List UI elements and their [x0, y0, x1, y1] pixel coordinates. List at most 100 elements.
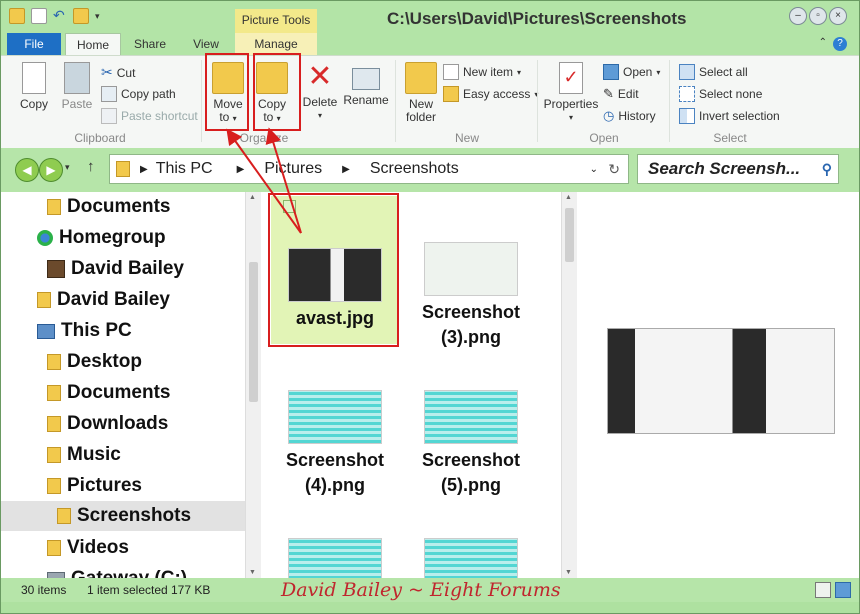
- delete-button[interactable]: ✕ Delete ▾: [299, 62, 341, 122]
- nav-item-documents-lib[interactable]: Documents: [47, 196, 170, 218]
- nav-item-videos[interactable]: Videos: [47, 537, 129, 559]
- ribbon-divider: [537, 60, 538, 142]
- back-button[interactable]: ◀: [15, 158, 39, 182]
- scroll-down-icon[interactable]: ▼: [249, 569, 256, 576]
- window-title: C:\Users\David\Pictures\Screenshots: [387, 9, 687, 28]
- select-none-button[interactable]: Select none: [679, 86, 762, 102]
- context-tab-group: Picture Tools: [235, 9, 317, 33]
- file-checkbox[interactable]: [283, 200, 296, 213]
- explorer-window: ↶ ▾ Picture Tools C:\Users\David\Picture…: [0, 0, 860, 614]
- up-arrow-icon[interactable]: ↑: [87, 158, 95, 175]
- rename-button[interactable]: Rename: [341, 62, 391, 107]
- copy-path-button[interactable]: Copy path: [101, 86, 176, 102]
- tab-file[interactable]: File: [7, 33, 61, 55]
- select-all-button[interactable]: Select all: [679, 64, 748, 80]
- properties-button[interactable]: ✓ Properties ▾: [541, 62, 601, 124]
- address-bar[interactable]: ▶ This PC ▶ Pictures ▶ Screenshots ⌄ ↻: [109, 154, 629, 184]
- select-group: Select all Select none Invert selection …: [671, 56, 789, 148]
- move-to-button[interactable]: Move to ▾: [207, 62, 249, 125]
- file-thumbnail: [424, 538, 518, 578]
- address-row: ◀ ▶ ▾ ↑ ▶ This PC ▶ Pictures ▶ Screensho…: [1, 148, 859, 192]
- nav-item-user-folder[interactable]: David Bailey: [37, 289, 170, 311]
- edit-button[interactable]: ✎ Edit: [603, 86, 639, 102]
- history-icon: ◷: [603, 108, 615, 123]
- nav-item-screenshots[interactable]: Screenshots: [1, 501, 245, 531]
- copy-to-button[interactable]: Copy to ▾: [251, 62, 293, 125]
- nav-pane-scrollbar[interactable]: ▲ ▼: [245, 192, 261, 578]
- paste-shortcut-icon: [101, 108, 117, 124]
- tab-share[interactable]: Share: [125, 33, 175, 55]
- undo-icon[interactable]: ↶: [53, 8, 67, 23]
- nav-item-desktop[interactable]: Desktop: [47, 351, 142, 373]
- file-list-scroll-thumb[interactable]: [565, 208, 574, 262]
- nav-item-drive-c[interactable]: Gateway (C:): [47, 568, 187, 578]
- videos-folder-icon: [47, 540, 61, 556]
- breadcrumb-screenshots[interactable]: Screenshots: [370, 160, 459, 178]
- cut-button[interactable]: ✂ Cut: [101, 64, 135, 81]
- file-item-partial[interactable]: [271, 538, 399, 578]
- nav-item-documents[interactable]: Documents: [47, 382, 170, 404]
- new-folder-button[interactable]: New folder: [401, 62, 441, 124]
- nav-item-pictures[interactable]: Pictures: [47, 475, 142, 497]
- customize-qat-icon[interactable]: ▾: [95, 11, 100, 22]
- scroll-down-icon[interactable]: ▼: [565, 569, 572, 576]
- clipboard-group-label: Clipboard: [74, 131, 126, 145]
- file-item-screenshot-3[interactable]: Screenshot (3).png: [407, 196, 535, 347]
- nav-item-homegroup-user[interactable]: David Bailey: [47, 258, 184, 280]
- file-item-avast[interactable]: avast.jpg: [271, 196, 399, 344]
- help-icon[interactable]: ?: [833, 37, 847, 51]
- window-controls: – ▫ ×: [789, 7, 847, 25]
- nav-pane-scroll-thumb[interactable]: [249, 262, 258, 402]
- breadcrumb-pictures[interactable]: Pictures: [264, 160, 322, 178]
- invert-selection-button[interactable]: Invert selection: [679, 108, 780, 124]
- tab-home[interactable]: Home: [65, 33, 121, 55]
- chevron-down-icon[interactable]: ⌄: [590, 164, 598, 175]
- scroll-up-icon[interactable]: ▲: [249, 194, 256, 201]
- breadcrumb-separator-icon[interactable]: ▶: [342, 164, 350, 175]
- search-icon[interactable]: ⚲: [822, 155, 832, 183]
- breadcrumb-separator-icon[interactable]: ▶: [237, 164, 245, 175]
- open-button[interactable]: Open ▾: [603, 64, 660, 80]
- tab-manage[interactable]: Manage: [235, 33, 317, 55]
- large-icons-view-icon[interactable]: [835, 582, 851, 598]
- file-item-screenshot-4[interactable]: Screenshot (4).png: [271, 348, 399, 496]
- chevron-down-icon: ▾: [232, 114, 237, 123]
- nav-item-this-pc[interactable]: This PC: [37, 320, 132, 342]
- properties-icon[interactable]: [31, 8, 47, 24]
- move-to-icon: [212, 62, 244, 94]
- details-view-icon[interactable]: [815, 582, 831, 598]
- scroll-up-icon[interactable]: ▲: [565, 194, 572, 201]
- forward-button[interactable]: ▶: [39, 158, 63, 182]
- easy-access-button[interactable]: Easy access ▾: [443, 86, 538, 102]
- new-item-button[interactable]: New item ▾: [443, 64, 521, 80]
- new-folder-icon[interactable]: [73, 8, 89, 24]
- nav-item-music[interactable]: Music: [47, 444, 121, 466]
- tab-view[interactable]: View: [181, 33, 231, 55]
- paste-button[interactable]: Paste: [57, 62, 97, 111]
- nav-item-downloads[interactable]: Downloads: [47, 413, 168, 435]
- item-count: 30 items: [21, 583, 67, 597]
- new-folder-icon: [405, 62, 437, 94]
- search-input[interactable]: Search Screensh... ⚲: [637, 154, 839, 184]
- breadcrumb-this-pc[interactable]: This PC: [156, 160, 213, 178]
- open-group: ✓ Properties ▾ Open ▾ ✎ Edit ◷ History O…: [539, 56, 669, 148]
- file-item-screenshot-5[interactable]: Screenshot (5).png: [407, 348, 535, 496]
- refresh-icon[interactable]: ↻: [608, 161, 620, 178]
- ribbon: Copy Paste ✂ Cut Copy path Paste shortcu…: [1, 55, 859, 149]
- chevron-up-icon[interactable]: ⌃: [819, 37, 827, 48]
- organize-group: Move to ▾ Copy to ▾ ✕ Delete ▾ Rename Or…: [203, 56, 395, 148]
- breadcrumb-separator-icon[interactable]: ▶: [140, 164, 148, 175]
- quick-access-toolbar: ↶ ▾: [9, 8, 100, 24]
- close-icon[interactable]: ×: [829, 7, 847, 25]
- clipboard-group: Copy Paste ✂ Cut Copy path Paste shortcu…: [1, 56, 199, 148]
- history-button[interactable]: ◷ History: [603, 108, 656, 124]
- minimize-icon[interactable]: –: [789, 7, 807, 25]
- restore-icon[interactable]: ▫: [809, 7, 827, 25]
- folder-icon[interactable]: [9, 8, 25, 24]
- nav-item-homegroup[interactable]: Homegroup: [37, 227, 166, 249]
- file-item-partial[interactable]: [407, 538, 535, 578]
- file-list-scrollbar[interactable]: ▲ ▼: [561, 192, 577, 578]
- recent-locations-icon[interactable]: ▾: [65, 162, 70, 173]
- copy-button[interactable]: Copy: [15, 62, 53, 111]
- paste-shortcut-button[interactable]: Paste shortcut: [101, 108, 198, 124]
